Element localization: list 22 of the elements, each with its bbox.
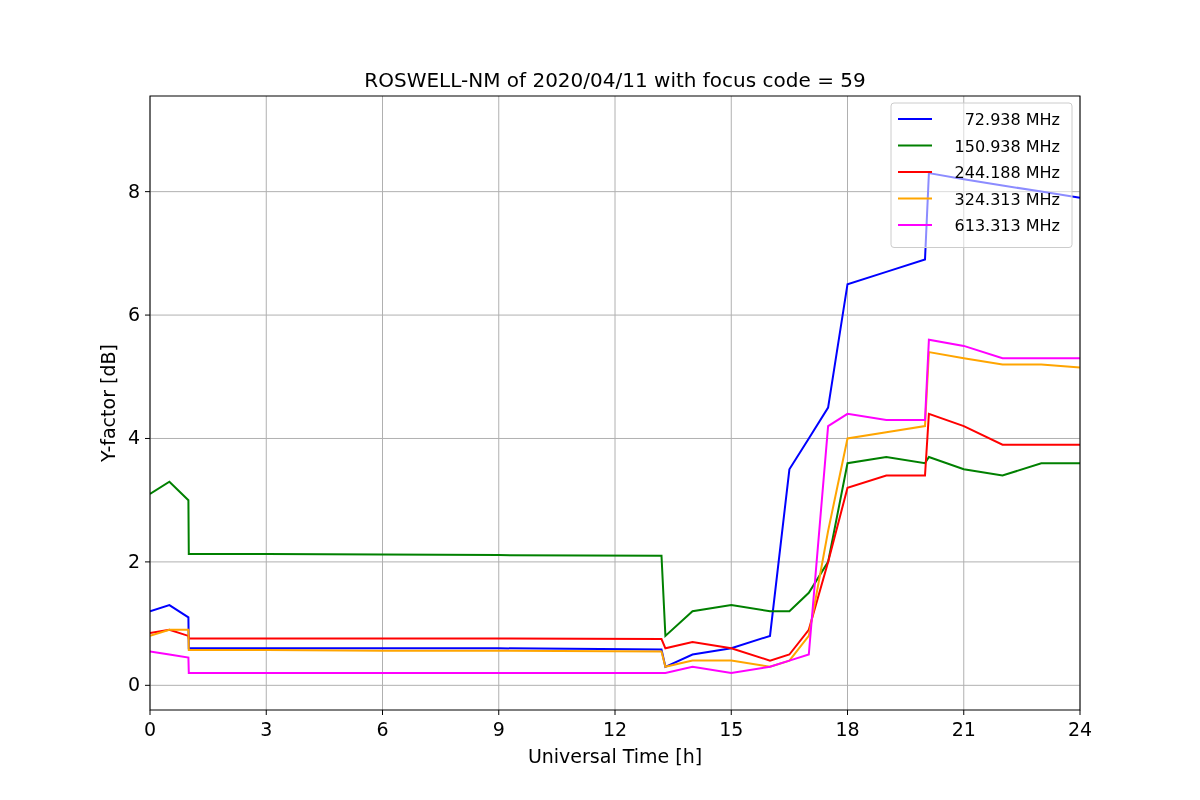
tick-label: 24 [1067,718,1093,740]
tick-label: 6 [127,303,140,326]
chart-title: ROSWELL-NM of 2020/04/11 with focus code = 59 [364,68,866,92]
tick-label: 18 [835,718,860,740]
legend-label: 613.313 MHz [954,216,1060,235]
tick-label: 8 [127,179,140,202]
legend-label: 244.188 MHz [954,163,1060,182]
tick-label: 9 [492,718,505,740]
tick-label: 3 [260,718,273,740]
legend-label: 72.938 MHz [964,110,1060,129]
legend-label: 150.938 MHz [954,136,1060,156]
tick-label: 12 [602,718,628,740]
y-axis-label: Y-factor [dB] [97,344,119,462]
tick-label: 2 [127,549,140,572]
tick-label: 0 [143,718,157,740]
x-axis-label: Universal Time [h] [527,745,703,767]
tick-label: 21 [951,718,976,740]
tick-label: 6 [376,718,389,740]
legend-label: 324.313 MHz [954,189,1060,209]
tick-label: 0 [127,673,140,696]
tick-label: 15 [719,718,744,740]
tick-label: 4 [127,426,140,449]
